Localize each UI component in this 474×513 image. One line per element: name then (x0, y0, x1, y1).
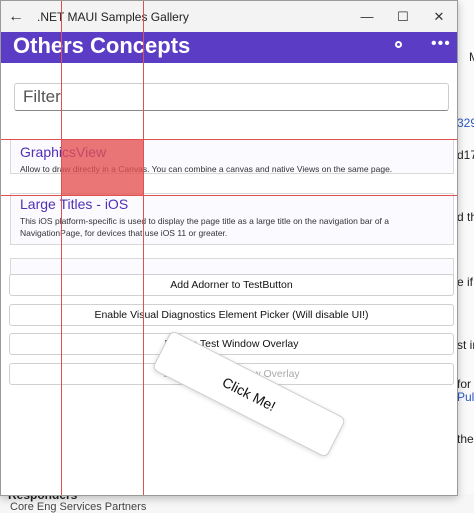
more-options-button[interactable]: ••• (431, 35, 451, 53)
minimize-button[interactable]: — (349, 1, 385, 32)
bg-fragment: the (457, 432, 474, 446)
sample-card-graphicsview[interactable]: GraphicsView Allow to draw directly in a… (10, 139, 454, 174)
card-title: Large Titles - iOS (20, 196, 129, 212)
close-icon: ✕ (433, 8, 445, 24)
add-adorner-button[interactable]: Add Adorner to TestButton (9, 274, 454, 296)
close-button[interactable]: ✕ (421, 1, 457, 32)
enable-test-overlay-button[interactable]: Enable Test Window Overlay (9, 333, 454, 355)
bg-fragment: M (469, 50, 474, 64)
maximize-icon: ☐ (397, 8, 409, 24)
bg-fragment: d17 (457, 148, 474, 162)
bg-bottom-subtitle: Core Eng Services Partners (10, 501, 147, 513)
page-title: Others Concepts (13, 33, 191, 58)
bg-fragment: e if r (457, 275, 474, 289)
app-window: ← .NET MAUI Samples Gallery — ☐ ✕ Others… (0, 0, 458, 496)
toolbar-item-icon[interactable] (395, 41, 402, 48)
bg-fragment: Pull (457, 390, 474, 404)
back-button[interactable]: ← (1, 1, 31, 32)
filter-input[interactable] (14, 83, 449, 111)
maximize-button[interactable]: ☐ (385, 1, 421, 32)
bg-fragment: st in (457, 338, 474, 352)
minimize-icon: — (360, 9, 374, 24)
sample-card-large-titles[interactable]: Large Titles - iOS This iOS platform-spe… (10, 193, 454, 245)
bg-fragment: d th (457, 210, 474, 224)
background-bottom-strip: Responders Core Eng Services Partners (0, 488, 474, 513)
window-controls: — ☐ ✕ (349, 1, 457, 32)
card-description: This iOS platform-specific is used to di… (20, 216, 390, 238)
back-arrow-icon: ← (8, 7, 24, 25)
page-content: GraphicsView Allow to draw directly in a… (1, 63, 457, 495)
card-description: Allow to draw directly in a Canvas. You … (20, 164, 393, 174)
enable-visual-diagnostics-button[interactable]: Enable Visual Diagnostics Element Picker… (9, 304, 454, 326)
navigation-bar: Others Concepts ••• (1, 32, 457, 63)
title-bar: ← .NET MAUI Samples Gallery — ☐ ✕ (1, 1, 457, 32)
bg-fragment: for (457, 377, 472, 391)
bg-fragment: 329 (457, 116, 474, 130)
window-title: .NET MAUI Samples Gallery (37, 9, 189, 24)
card-title: GraphicsView (20, 144, 107, 160)
background-right-panel: M 329 d17 d th e if r st in for Pull the (456, 0, 474, 513)
